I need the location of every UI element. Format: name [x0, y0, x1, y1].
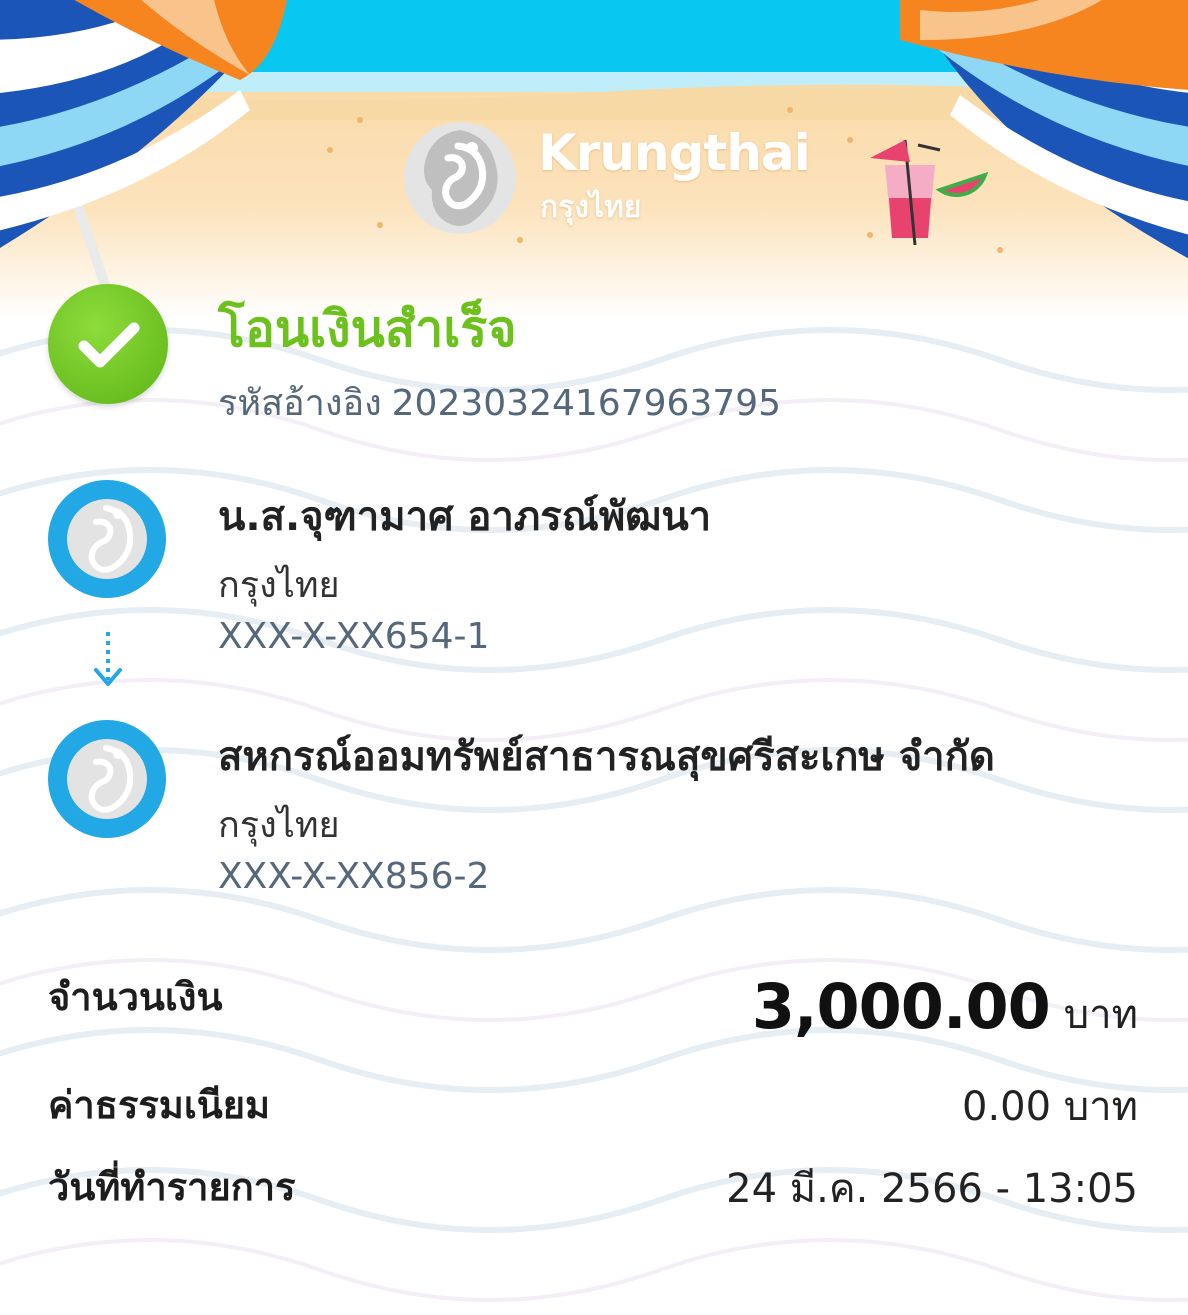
amount-unit: บาท: [1063, 992, 1138, 1038]
krungthai-bird-icon: [67, 739, 147, 819]
brand-name-en: Krungthai: [538, 124, 811, 182]
arrow-down-icon: [94, 632, 122, 686]
date-label: วันที่ทำรายการ: [48, 1165, 296, 1209]
brand-name-th: กรุงไทย: [540, 190, 642, 225]
amount-label: จำนวนเงิน: [48, 975, 223, 1019]
sender-bank: กรุงไทย: [218, 565, 340, 606]
sender-bank-avatar: [48, 480, 166, 598]
amount-row: 3,000.00 บาท: [752, 970, 1138, 1046]
fee-label: ค่าธรรมเนียม: [48, 1083, 271, 1127]
reference-line: รหัสอ้างอิง 20230324167963795: [218, 374, 791, 431]
sender-account: XXX-X-XX654-1: [218, 616, 490, 657]
receiver-bank-avatar: [48, 720, 166, 838]
receiver-account: XXX-X-XX856-2: [218, 856, 490, 897]
receiver-name: สหกรณ์ออมทรัพย์สาธารณสุขศรีสะเกษ จำกัด: [218, 734, 995, 780]
krungthai-logo-icon: [404, 122, 516, 234]
amount-value: 3,000.00: [751, 970, 1051, 1043]
krungthai-bird-icon: [67, 499, 147, 579]
receiver-bank: กรุงไทย: [218, 805, 340, 846]
status-title: โอนเงินสำเร็จ: [218, 300, 517, 358]
reference-label: รหัสอ้างอิง: [218, 383, 382, 424]
reference-number: 20230324167963795: [391, 383, 782, 424]
date-value: 24 มี.ค. 2566 - 13:05: [726, 1166, 1138, 1212]
fee-value: 0.00 บาท: [962, 1084, 1138, 1130]
sender-name: น.ส.จุฑามาศ อาภรณ์พัฒนา: [218, 494, 712, 540]
check-circle-icon: [48, 284, 168, 404]
